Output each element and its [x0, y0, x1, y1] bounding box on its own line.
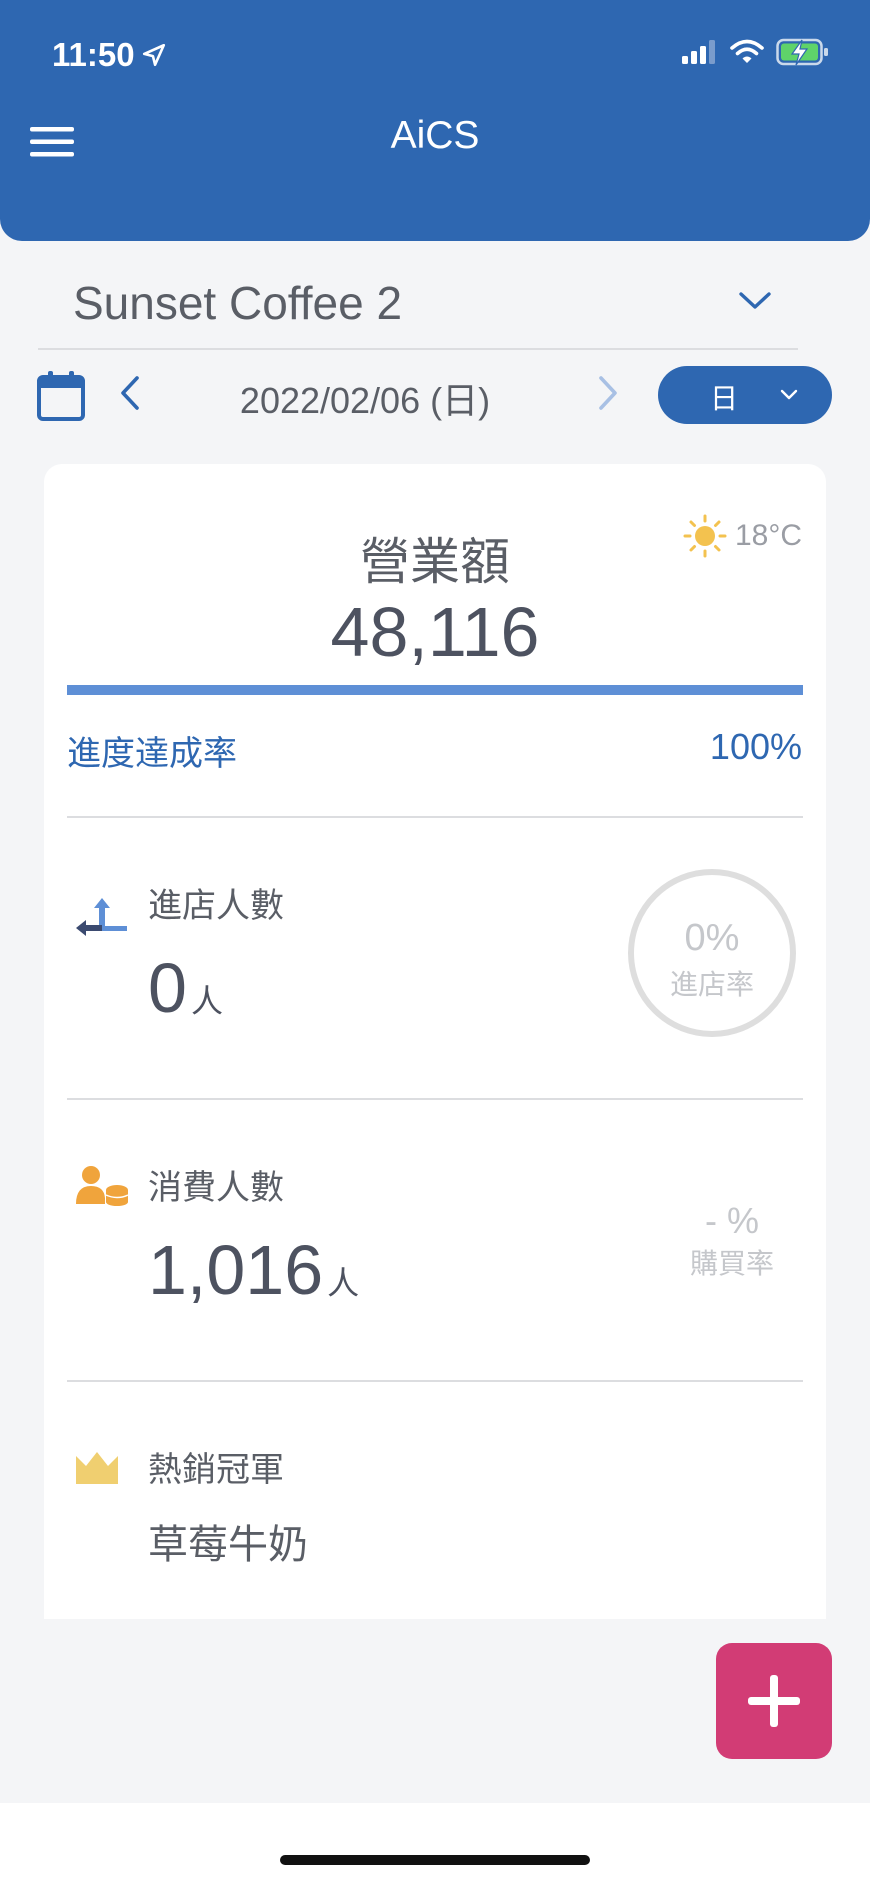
buyers-value: 1,016: [148, 1231, 324, 1309]
entry-arrow-icon: [76, 898, 127, 936]
visitors-count: 0人: [148, 948, 223, 1028]
best-seller-product: 草莓牛奶: [148, 1522, 308, 1568]
visitors-label: 進店人數: [148, 886, 284, 926]
crown-icon: [76, 1452, 118, 1484]
visitors-value: 0: [148, 949, 187, 1027]
chevron-down-icon: [739, 292, 771, 309]
status-time-text: 11:50: [52, 36, 135, 73]
store-selector[interactable]: Sunset Coffee 2: [38, 264, 798, 350]
purchase-rate-label: 購買率: [689, 1247, 774, 1280]
divider: [67, 1380, 803, 1382]
best-seller-label: 熱銷冠軍: [148, 1450, 284, 1490]
calendar-icon[interactable]: [36, 370, 86, 422]
progress-label: 進度達成率: [67, 734, 237, 774]
divider: [67, 1098, 803, 1100]
buyers-unit: 人: [327, 1265, 360, 1301]
status-bar-time: 11:50: [52, 36, 167, 74]
plus-icon: [748, 1675, 800, 1727]
entry-rate-ring: 0% 進店率: [628, 869, 796, 1037]
visitors-unit: 人: [190, 983, 223, 1019]
location-arrow-icon: [142, 43, 165, 67]
bottom-safe-area: [0, 1803, 870, 1883]
progress-percent: 100%: [709, 726, 802, 767]
buyers-label: 消費人數: [148, 1168, 284, 1208]
progress-bar: [67, 685, 803, 695]
progress-fill: [67, 685, 803, 695]
purchase-rate-percent: - %: [705, 1200, 759, 1241]
app-header: 11:50 AiCS: [0, 0, 870, 241]
status-icons: [682, 38, 830, 66]
entry-rate-label: 進店率: [669, 968, 754, 1001]
app-title: AiCS: [390, 114, 480, 157]
summary-card: 18°C 營業額 48,116 進度達成率 100% 進店人數 0人 0% 進店…: [44, 464, 826, 1619]
chevron-left-icon[interactable]: [118, 374, 142, 412]
period-label: 日: [710, 382, 739, 415]
buyers-count: 1,016 人: [148, 1230, 359, 1310]
home-indicator[interactable]: [280, 1855, 590, 1865]
store-name: Sunset Coffee 2: [73, 277, 403, 329]
buyers-coins-icon: [76, 1166, 129, 1206]
add-button[interactable]: [716, 1643, 832, 1759]
chevron-right-icon[interactable]: [596, 374, 620, 412]
wifi-icon: [730, 39, 764, 63]
sales-value: 48,116: [330, 593, 540, 671]
divider: [67, 816, 803, 818]
date-navigator: 2022/02/06 (日) 日: [0, 362, 870, 428]
signal-icon: [682, 40, 715, 64]
current-date: 2022/02/06 (日): [239, 380, 491, 421]
sales-label: 營業額: [360, 533, 510, 591]
period-dropdown[interactable]: 日: [658, 366, 832, 424]
entry-rate-percent: 0%: [684, 917, 740, 959]
chevron-down-icon: [780, 389, 798, 400]
battery-charging-icon: [776, 38, 828, 66]
purchase-rate: - % 購買率: [672, 1200, 792, 1282]
